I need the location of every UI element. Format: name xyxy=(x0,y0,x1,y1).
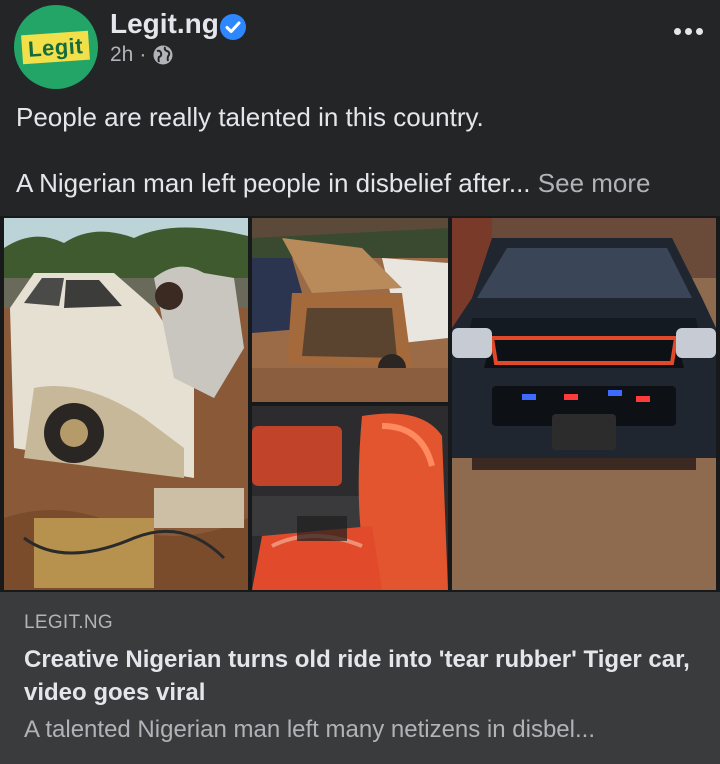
verified-badge-icon xyxy=(220,14,246,40)
globe-icon xyxy=(153,45,173,65)
link-domain: LEGIT.NG xyxy=(24,612,113,633)
post-text-line2-content: A Nigerian man left people in disbelief … xyxy=(16,168,531,198)
link-description: A talented Nigerian man left many netize… xyxy=(24,716,595,743)
post-text-line2: A Nigerian man left people in disbelief … xyxy=(16,166,706,200)
see-more-link[interactable]: See more xyxy=(538,168,651,198)
photo-grid xyxy=(0,216,720,592)
page-avatar[interactable]: Legit xyxy=(14,5,98,89)
post-text: People are really talented in this count… xyxy=(16,100,706,200)
page-name[interactable]: Legit.ng xyxy=(110,8,219,40)
stripped-car-shell-photo[interactable] xyxy=(252,218,448,402)
post-time[interactable]: 2h xyxy=(110,43,133,67)
meta-separator: · xyxy=(139,43,147,66)
post-header: Legit Legit.ng 2h · xyxy=(0,0,720,96)
more-options-icon[interactable] xyxy=(668,16,708,46)
link-preview-card[interactable]: LEGIT.NG Creative Nigerian turns old rid… xyxy=(0,592,720,764)
link-title[interactable]: Creative Nigerian turns old ride into 't… xyxy=(24,643,704,709)
black-tiger-car-photo[interactable] xyxy=(452,218,716,590)
old-white-pickup-photo[interactable] xyxy=(4,218,248,590)
avatar-logo-text: Legit xyxy=(21,30,91,64)
red-car-seats-photo[interactable] xyxy=(252,406,448,590)
post-text-line1: People are really talented in this count… xyxy=(16,102,484,132)
post-meta: 2h · xyxy=(110,43,174,67)
